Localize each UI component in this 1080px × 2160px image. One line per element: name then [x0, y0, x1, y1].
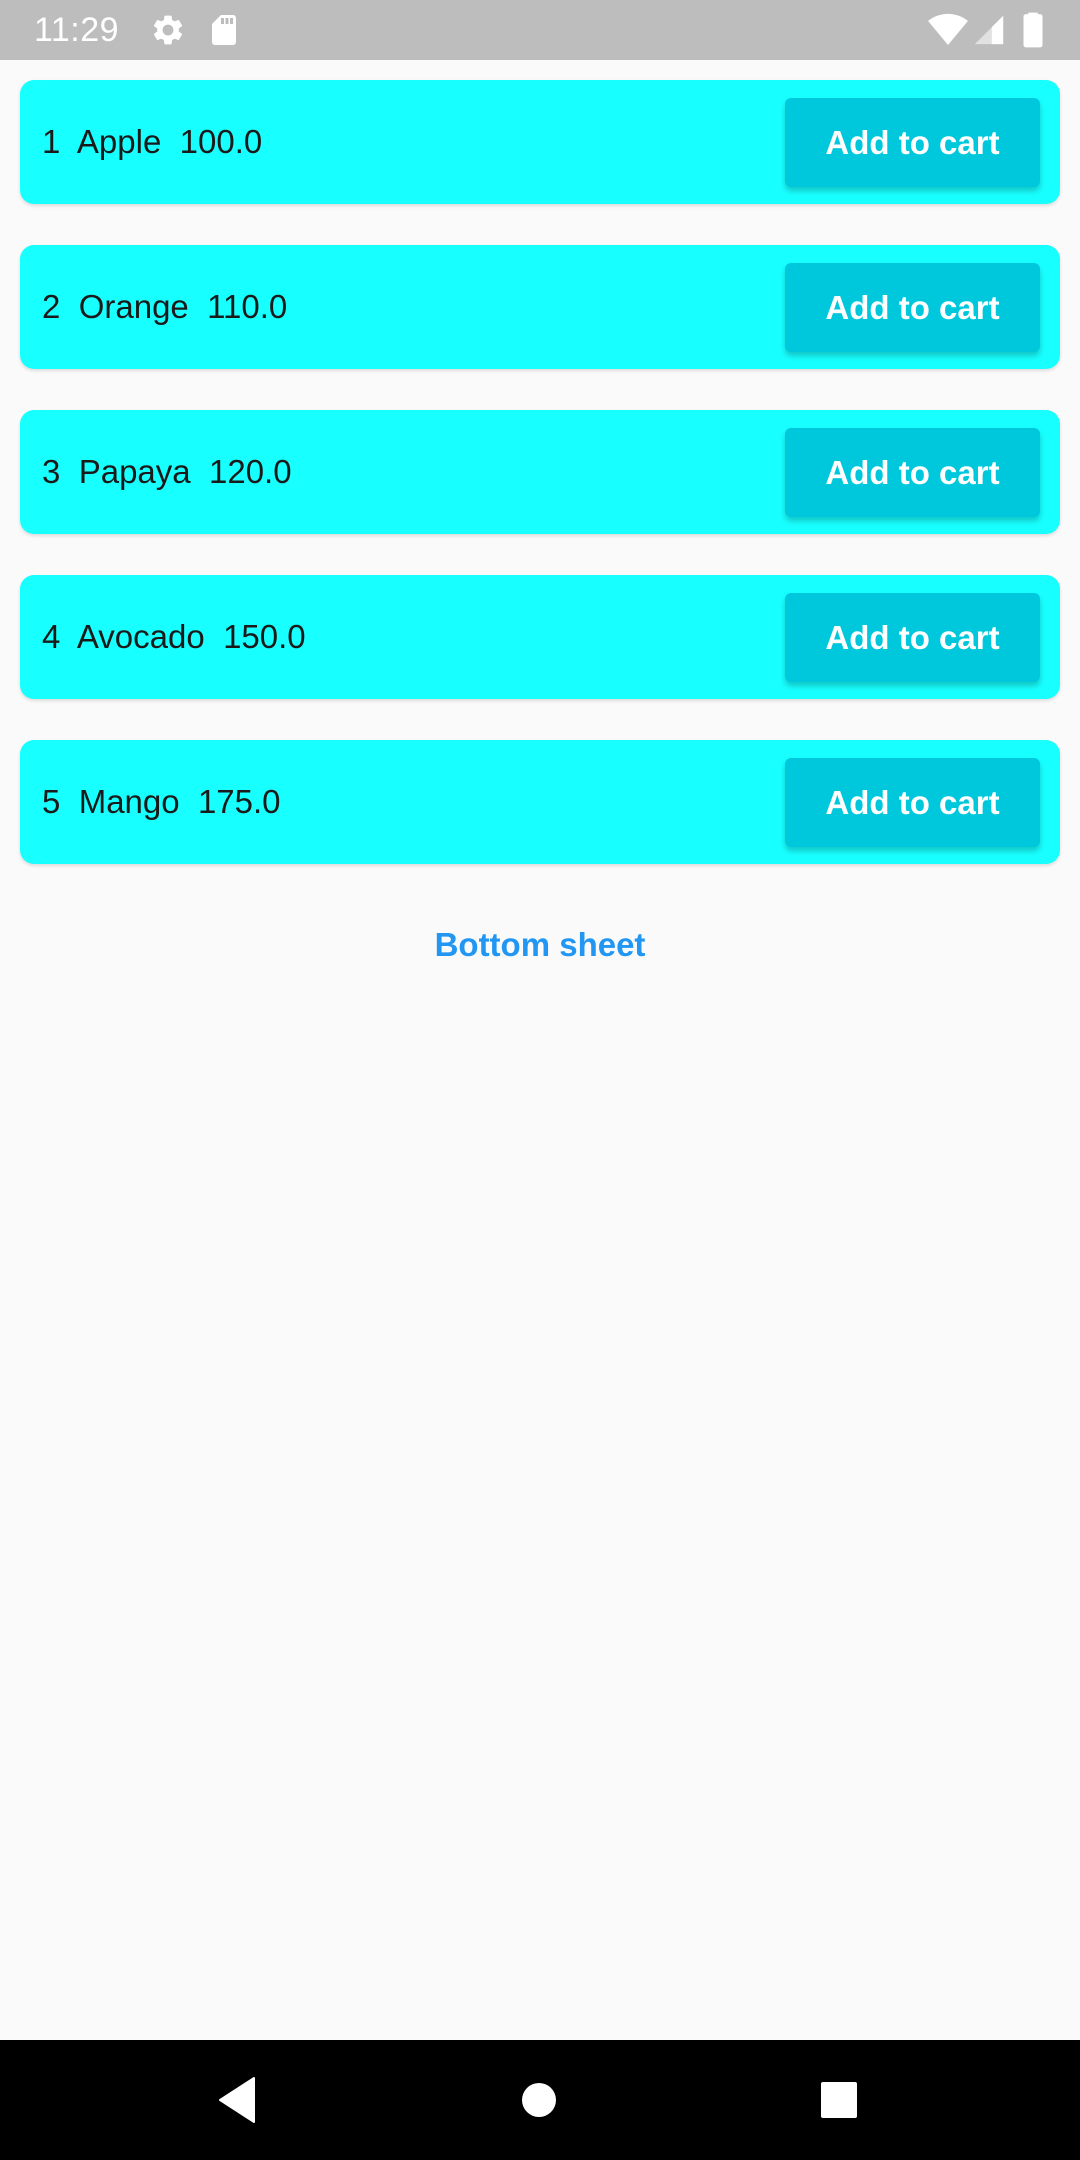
- battery-icon: [1023, 12, 1043, 48]
- add-to-cart-button[interactable]: Add to cart: [785, 98, 1040, 187]
- status-bar: 11:29: [0, 0, 1080, 60]
- product-card: 3 Papaya 120.0 Add to cart: [20, 410, 1060, 534]
- product-price: 100.0: [179, 123, 263, 160]
- product-price: 110.0: [207, 288, 288, 325]
- product-info: 4 Avocado 150.0: [42, 575, 306, 699]
- product-info: 1 Apple 100.0: [42, 80, 262, 204]
- signal-icon: [974, 15, 1004, 45]
- add-to-cart-button[interactable]: Add to cart: [785, 428, 1040, 517]
- product-price: 175.0: [197, 783, 281, 820]
- product-name: Apple: [76, 123, 162, 160]
- add-to-cart-button[interactable]: Add to cart: [785, 263, 1040, 352]
- product-id: 2: [42, 288, 61, 325]
- product-name: Mango: [78, 783, 180, 820]
- settings-icon: [153, 15, 183, 45]
- product-info: 2 Orange 110.0: [42, 245, 287, 369]
- product-name: Orange: [78, 288, 189, 325]
- product-id: 1: [42, 123, 61, 160]
- navigation-bar: [0, 2040, 1080, 2160]
- product-price: 120.0: [208, 453, 292, 490]
- product-card: 2 Orange 110.0 Add to cart: [20, 245, 1060, 369]
- product-name: Avocado: [76, 618, 205, 655]
- sd-card-icon: [212, 15, 236, 45]
- recents-icon[interactable]: [807, 2068, 871, 2132]
- add-to-cart-button[interactable]: Add to cart: [785, 758, 1040, 847]
- bottom-sheet-button[interactable]: Bottom sheet: [0, 920, 1080, 970]
- product-price: 150.0: [223, 618, 306, 655]
- wifi-icon: [928, 13, 968, 46]
- product-card: 5 Mango 175.0 Add to cart: [20, 740, 1060, 864]
- product-info: 3 Papaya 120.0: [42, 410, 292, 534]
- home-icon[interactable]: [507, 2068, 571, 2132]
- product-card: 1 Apple 100.0 Add to cart: [20, 80, 1060, 204]
- product-id: 5: [42, 783, 61, 820]
- product-id: 4: [42, 618, 61, 655]
- product-card: 4 Avocado 150.0 Add to cart: [20, 575, 1060, 699]
- product-id: 3: [42, 453, 61, 490]
- product-list: 1 Apple 100.0 Add to cart 2 Orange 110.0…: [20, 80, 1060, 905]
- add-to-cart-button[interactable]: Add to cart: [785, 593, 1040, 682]
- back-icon[interactable]: [206, 2068, 270, 2132]
- product-name: Papaya: [78, 453, 191, 490]
- status-time: 11:29: [34, 11, 120, 49]
- product-info: 5 Mango 175.0: [42, 740, 281, 864]
